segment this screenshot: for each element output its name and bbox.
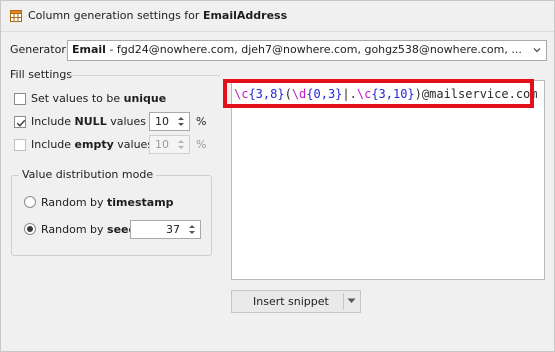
empty-percent-spinner[interactable]: 10: [149, 135, 190, 154]
dialog-title-column: EmailAddress: [202, 9, 288, 22]
include-empty-text-before: Include: [31, 138, 75, 151]
generator-value: Email - fgd24@nowhere.com, djeh7@nowhere…: [72, 43, 522, 56]
table-grid-icon: [10, 10, 22, 22]
value-distribution-label: Value distribution mode: [19, 168, 157, 181]
include-null-text-before: Include: [31, 115, 75, 128]
regex-editor[interactable]: [231, 80, 545, 280]
generator-label: Generator:: [10, 43, 70, 56]
radio-selected-dot: [27, 226, 33, 232]
spin-up-down-icon[interactable]: [173, 136, 189, 153]
insert-snippet-split-button[interactable]: Insert snippet: [231, 290, 361, 313]
insert-snippet-dropdown[interactable]: [344, 291, 360, 312]
random-by-timestamp-radio[interactable]: [24, 196, 36, 208]
dialog-title-prefix: Column generation settings for: [28, 9, 203, 22]
include-null-label: Include NULL values: [31, 115, 146, 128]
seed-value: 37: [166, 223, 180, 236]
random-by-seed-label: Random by seed: [41, 223, 136, 236]
random-by-seed-radio[interactable]: [24, 223, 36, 235]
column-generation-settings-dialog: Column generation settings for EmailAddr…: [0, 0, 555, 352]
timestamp-text: Random by: [41, 196, 108, 209]
unique-label: Set values to be unique: [31, 92, 166, 105]
value-distribution-group: [11, 175, 212, 256]
seed-spinner[interactable]: 37: [130, 220, 201, 239]
generator-name: Email: [72, 43, 106, 56]
regex-highlight-frame: [223, 79, 534, 108]
checkmark-icon: [16, 119, 26, 127]
seed-text: Random by: [41, 223, 108, 236]
random-by-timestamp-label: Random by timestamp: [41, 196, 174, 209]
null-percent-unit: %: [196, 115, 207, 128]
fill-settings-label: Fill settings: [10, 68, 73, 81]
chevron-down-icon[interactable]: [531, 44, 543, 56]
fill-settings-divider: [70, 75, 220, 76]
include-null-bold: NULL: [74, 115, 107, 128]
generator-sample: - fgd24@nowhere.com, djeh7@nowhere.com, …: [105, 43, 522, 56]
title-bar: Column generation settings for EmailAddr…: [1, 1, 554, 32]
unique-checkbox[interactable]: [14, 93, 26, 105]
spin-up-down-icon[interactable]: [173, 113, 189, 130]
unique-label-text: Set values to be: [31, 92, 124, 105]
dialog-title: Column generation settings for EmailAddr…: [28, 9, 287, 22]
include-empty-checkbox[interactable]: [14, 139, 26, 151]
null-percent-spinner[interactable]: 10: [149, 112, 190, 131]
empty-percent-unit: %: [196, 138, 207, 151]
include-null-checkbox[interactable]: [14, 116, 26, 128]
empty-percent-value: 10: [155, 138, 169, 151]
generator-combobox[interactable]: Email - fgd24@nowhere.com, djeh7@nowhere…: [67, 40, 547, 61]
insert-snippet-button[interactable]: Insert snippet: [232, 291, 343, 312]
include-empty-text-after: values: [113, 138, 154, 151]
caret-down-icon: [347, 298, 356, 303]
include-empty-bold: empty: [74, 138, 114, 151]
spin-up-down-icon[interactable]: [184, 221, 200, 238]
include-null-text-after: values: [106, 115, 146, 128]
timestamp-bold: timestamp: [107, 196, 174, 209]
include-empty-label: Include empty values: [31, 138, 153, 151]
insert-snippet-label: Insert snippet: [253, 295, 329, 308]
unique-label-bold: unique: [123, 92, 167, 105]
null-percent-value: 10: [155, 115, 169, 128]
